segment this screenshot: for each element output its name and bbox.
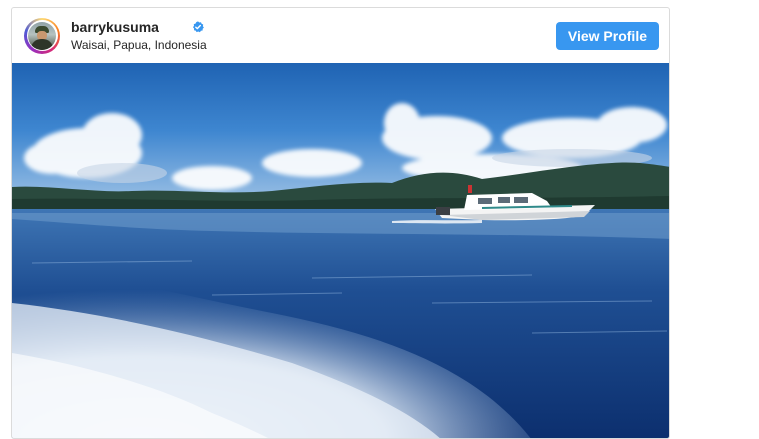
instagram-embed-card: barrykusuma Waisai, Papua, Indonesia Vie… [11, 7, 670, 439]
user-block: barrykusuma Waisai, Papua, Indonesia [71, 18, 207, 53]
avatar-inner [26, 20, 58, 51]
avatar[interactable] [24, 17, 60, 54]
verified-badge-icon [192, 21, 204, 33]
view-profile-button[interactable]: View Profile [555, 21, 659, 50]
post-header: barrykusuma Waisai, Papua, Indonesia Vie… [12, 8, 669, 63]
location-link[interactable]: Waisai, Papua, Indonesia [71, 37, 207, 53]
username-link[interactable]: barrykusuma [71, 18, 159, 36]
name-row: barrykusuma [71, 18, 207, 36]
avatar-photo [28, 21, 56, 50]
post-photo[interactable] [12, 63, 670, 439]
